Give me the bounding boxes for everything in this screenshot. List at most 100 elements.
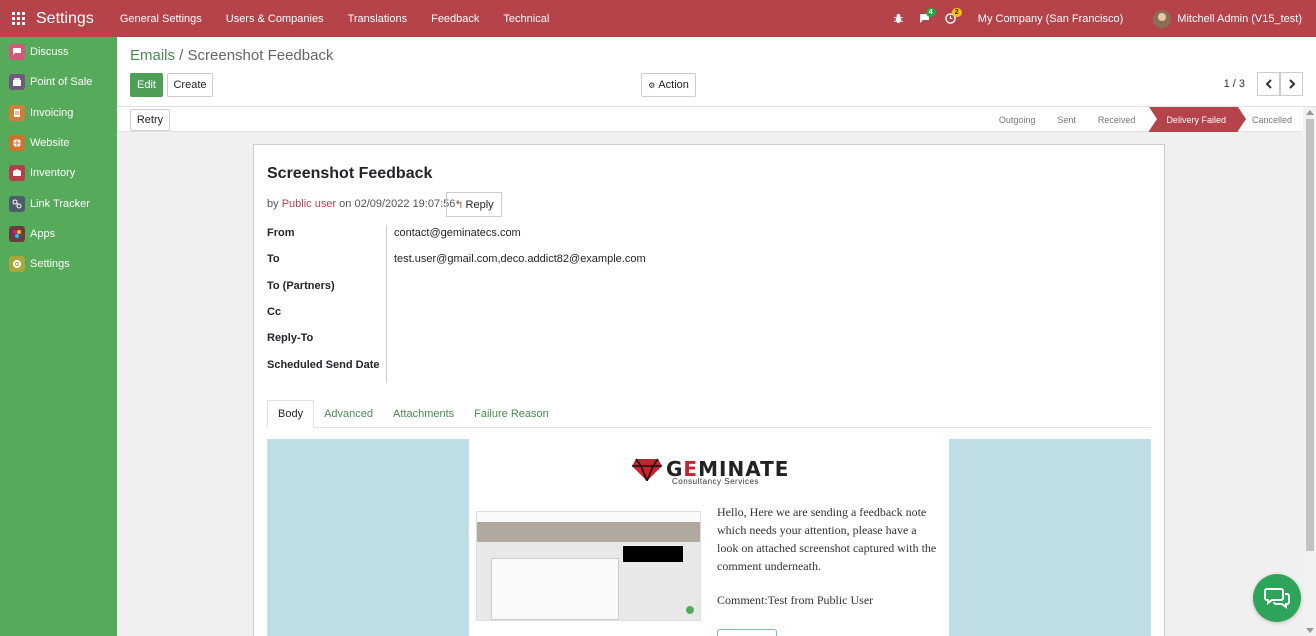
apps-menu-icon[interactable] (0, 0, 36, 37)
sidebar-item-settings[interactable]: Settings (0, 249, 117, 279)
sidebar-item-link-tracker[interactable]: Link Tracker (0, 188, 117, 218)
chat-bubbles-icon (1264, 588, 1290, 609)
stage-outgoing: Outgoing (998, 114, 1036, 125)
pager-value[interactable]: 1 / 3 (1224, 78, 1245, 90)
pager-next-button[interactable] (1280, 72, 1303, 96)
tab-attachments[interactable]: Attachments (383, 400, 464, 428)
geminate-logo: GEMINATE Consultancy Services (632, 457, 790, 486)
email-byline: by Public user on 02/09/2022 19:07:56 (267, 198, 455, 210)
field-value-to: test.user@gmail.com,deco.addict82@exampl… (394, 253, 646, 265)
tab-advanced[interactable]: Advanced (314, 400, 383, 428)
gear-icon: ⚙ (648, 80, 656, 90)
tab-body[interactable]: Body (267, 400, 315, 428)
control-panel: Emails / Screenshot Feedback Edit Create… (117, 37, 1316, 107)
email-subject-title: Screenshot Feedback (267, 165, 433, 182)
retry-button[interactable]: Retry (130, 109, 170, 131)
email-message-text: Hello, Here we are sending a feedback no… (717, 505, 937, 573)
debug-bug-icon[interactable] (886, 0, 912, 37)
diamond-logo-icon (632, 458, 662, 481)
edit-button[interactable]: Edit (130, 73, 163, 97)
sidebar-item-point-of-sale[interactable]: Point of Sale (0, 67, 117, 97)
menu-general-settings[interactable]: General Settings (108, 0, 214, 37)
breadcrumb-emails-link[interactable]: Emails (130, 47, 175, 64)
apps-sidebar: Discuss Point of Sale Invoicing Website … (0, 37, 117, 636)
vertical-scrollbar[interactable] (1303, 107, 1316, 636)
livechat-button[interactable] (1253, 574, 1301, 622)
email-card: GEMINATE Consultancy Services Hello, Her… (469, 439, 949, 636)
sidebar-item-label: Link Tracker (30, 197, 90, 210)
byline-by: by (267, 198, 282, 210)
byline-date: on 02/09/2022 19:07:56 (336, 198, 456, 210)
sidebar-item-website[interactable]: Website (0, 128, 117, 158)
chevron-left-icon (1265, 79, 1272, 89)
field-label-to-partners: To (Partners) (267, 280, 335, 292)
stage-delivery-failed: Delivery Failed (1149, 107, 1246, 132)
sidebar-item-invoicing[interactable]: Invoicing (0, 98, 117, 128)
feedback-screenshot-image (476, 511, 701, 621)
form-sheet: Screenshot Feedback by Public user on 02… (253, 144, 1165, 636)
scroll-thumb[interactable] (1306, 119, 1314, 551)
scroll-up-arrow-icon[interactable] (1306, 110, 1314, 115)
sidebar-item-label: Website (30, 137, 70, 150)
sidebar-item-label: Settings (30, 258, 70, 271)
notebook-tabs: Body Advanced Attachments Failure Reason (267, 400, 1151, 428)
sidebar-item-label: Invoicing (30, 106, 74, 119)
messages-count-badge: 4 (925, 8, 936, 17)
company-switcher[interactable]: My Company (San Francisco) (978, 13, 1124, 25)
author-link[interactable]: Public user (282, 198, 336, 210)
breadcrumb-separator: / (175, 47, 188, 64)
sidebar-item-label: Inventory (30, 167, 76, 180)
field-label-cc: Cc (267, 306, 282, 318)
breadcrumb-current: Screenshot Feedback (187, 47, 334, 64)
reply-label: Reply (465, 198, 494, 211)
sidebar-item-label: Discuss (30, 46, 69, 59)
email-comment-text: Comment:Test from Public User (717, 593, 874, 607)
menu-users-companies[interactable]: Users & Companies (214, 0, 336, 37)
settings-gear-icon (9, 256, 25, 273)
menu-feedback[interactable]: Feedback (419, 0, 491, 37)
create-button[interactable]: Create (167, 73, 213, 97)
reply-button[interactable]: ↰ Reply (446, 192, 502, 217)
stage-cancelled: Cancelled (1251, 114, 1292, 125)
sidebar-item-label: Apps (30, 227, 56, 240)
sidebar-item-discuss[interactable]: Discuss (0, 37, 117, 67)
stage-received: Received (1097, 114, 1136, 125)
reply-icon: ↰ (454, 199, 464, 211)
inventory-icon (9, 165, 25, 182)
field-divider (386, 225, 387, 383)
breadcrumb: Emails / Screenshot Feedback (130, 47, 333, 64)
statusbar: Retry Outgoing Sent Received Delivery Fa… (117, 107, 1303, 132)
user-name: Mitchell Admin (V15_test) (1177, 12, 1302, 25)
scroll-down-arrow-icon[interactable] (1306, 628, 1314, 633)
field-label-to: To (267, 253, 280, 265)
apps-icon (9, 225, 25, 242)
tab-failure-reason[interactable]: Failure Reason (464, 400, 559, 428)
pager-previous-button[interactable] (1257, 72, 1280, 96)
link-tracker-icon (9, 195, 25, 212)
stage-sent: Sent (1057, 114, 1076, 125)
field-label-reply-to: Reply-To (267, 332, 314, 344)
menu-translations[interactable]: Translations (336, 0, 420, 37)
logo-text: GEMINATE (666, 457, 790, 481)
sidebar-item-label: Point of Sale (30, 76, 93, 89)
website-icon (9, 135, 25, 152)
discuss-icon (9, 44, 25, 61)
sidebar-item-inventory[interactable]: Inventory (0, 158, 117, 188)
status-stages: Outgoing Sent Received Delivery Failed C… (988, 107, 1303, 132)
menu-technical[interactable]: Technical (491, 0, 561, 37)
action-button[interactable]: ⚙ Action (641, 73, 696, 97)
email-body-preview: GEMINATE Consultancy Services Hello, Her… (267, 439, 1151, 636)
user-menu[interactable]: Mitchell Admin (V15_test) (1153, 9, 1302, 28)
sidebar-item-apps[interactable]: Apps (0, 219, 117, 249)
messages-icon[interactable]: 4 (912, 0, 938, 37)
action-label: Action (658, 79, 689, 91)
app-title[interactable]: Settings (36, 10, 94, 28)
email-view-button[interactable] (717, 629, 777, 636)
top-navbar: Settings General Settings Users & Compan… (0, 0, 1316, 37)
activities-clock-icon[interactable]: 2 (938, 0, 964, 37)
field-label-scheduled-send-date: Scheduled Send Date (267, 359, 380, 371)
chevron-right-icon (1288, 79, 1295, 89)
activities-count-badge: 2 (951, 8, 962, 17)
invoicing-icon (9, 104, 25, 121)
point-of-sale-icon (9, 74, 25, 91)
